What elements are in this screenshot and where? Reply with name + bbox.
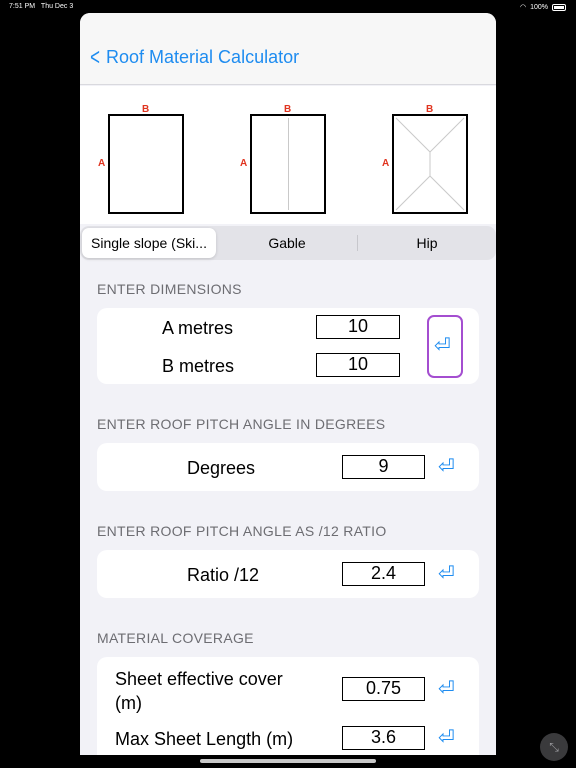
segment-hip[interactable]: Hip [358,226,496,260]
navigation-bar: < Roof Material Calculator [80,13,496,85]
ridge-line [288,118,289,210]
status-bar: 7:51 PM Thu Dec 3 ◠ 100% [0,0,576,14]
roof-outline [250,114,326,214]
section-header-coverage: MATERIAL COVERAGE [97,630,254,646]
max-sheet-length-label: Max Sheet Length (m) [115,729,294,749]
status-right: ◠ 100% [520,3,566,11]
wifi-icon: ◠ [519,4,527,11]
roof-type-segmented-control: Single slope (Ski... Gable Hip [80,226,496,260]
section-header-dimensions: ENTER DIMENSIONS [97,281,242,297]
roof-diagrams: B A B A B A [80,86,496,224]
home-indicator[interactable] [200,759,376,763]
sheet-cover-enter-button[interactable]: ⏎ [438,679,455,699]
sheet-cover-label: Sheet effective cover (m) [115,669,283,713]
diagram-label-a: A [98,158,106,169]
a-metres-input[interactable]: 10 [316,315,400,339]
section-header-ratio: ENTER ROOF PITCH ANGLE AS /12 RATIO [97,523,387,539]
coverage-card: Sheet effective cover (m) 0.75 ⏎ Max She… [97,657,479,755]
roof-outline [392,114,468,214]
hip-lines [395,117,465,211]
back-button[interactable]: < Roof Material Calculator [88,43,300,71]
b-metres-input[interactable]: 10 [316,353,400,377]
battery-icon [552,3,566,11]
chevron-left-icon: < [90,43,100,71]
section-header-degrees: ENTER ROOF PITCH ANGLE IN DEGREES [97,416,386,432]
b-metres-label: B metres [162,356,235,376]
collapse-icon[interactable]: ⤡ [540,733,568,761]
diagram-gable: B A [238,100,348,218]
ratio-label: Ratio /12 [187,565,260,585]
dimensions-card: A metres 10 B metres 10 ⏎ [97,308,479,384]
degrees-label: Degrees [187,458,256,478]
degrees-enter-button[interactable]: ⏎ [438,457,455,477]
segment-single-slope[interactable]: Single slope (Ski... [82,228,216,258]
ratio-card: Ratio /12 2.4 ⏎ [97,550,479,598]
degrees-input[interactable]: 9 [342,455,425,479]
diagram-label-a: A [382,158,390,169]
dimensions-enter-button[interactable]: ⏎ [427,315,463,378]
max-sheet-length-input[interactable]: 3.6 [342,726,425,750]
diagram-label-a: A [240,158,248,169]
degrees-card: Degrees 9 ⏎ [97,443,479,491]
segment-gable[interactable]: Gable [218,226,356,260]
diagram-single-slope: B A [96,100,206,218]
sheet-cover-input[interactable]: 0.75 [342,677,425,701]
diagram-hip: B A [380,100,490,218]
a-metres-label: A metres [162,318,234,338]
ratio-enter-button[interactable]: ⏎ [438,564,455,584]
roof-outline [108,114,184,214]
ratio-input[interactable]: 2.4 [342,562,425,586]
modal-sheet: < Roof Material Calculator B A B A B A S… [80,13,496,755]
status-time: 7:51 PM Thu Dec 3 [9,3,74,10]
nav-title: Roof Material Calculator [106,47,300,67]
max-sheet-length-enter-button[interactable]: ⏎ [438,728,455,748]
return-arrow-icon: ⏎ [434,335,451,357]
battery-percent: 100% [530,3,548,11]
